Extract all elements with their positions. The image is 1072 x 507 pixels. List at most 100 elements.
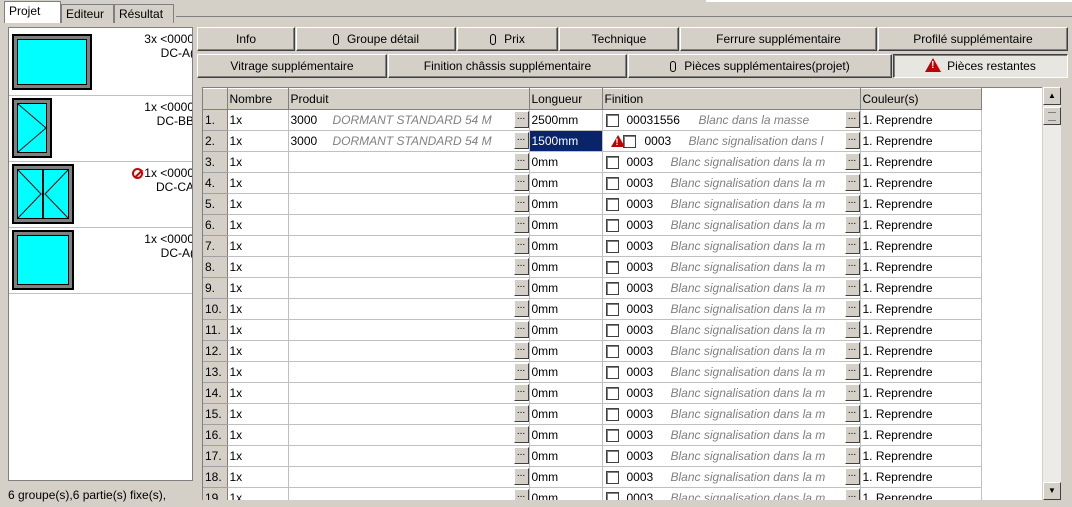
longueur-cell[interactable]: 0mm: [529, 193, 603, 215]
finition-checkbox[interactable]: [605, 156, 619, 169]
finition-lookup-button[interactable]: ...: [844, 300, 859, 317]
table-row[interactable]: 17. 1x... 0mm 0003 Blanc signalisation dans …: [203, 445, 982, 467]
finition-lookup-button[interactable]: ...: [844, 111, 859, 128]
finition-checkbox[interactable]: [605, 408, 619, 421]
finition-lookup-button[interactable]: ...: [844, 468, 859, 485]
nombre-cell[interactable]: 1x: [227, 382, 289, 404]
finition-lookup-button[interactable]: ...: [844, 237, 859, 254]
finition-lookup-button[interactable]: ...: [844, 363, 859, 380]
nombre-cell[interactable]: 1x: [227, 151, 289, 173]
nombre-cell[interactable]: 1x: [227, 235, 289, 257]
couleur-cell[interactable]: 1. Reprendre: [860, 151, 982, 173]
finition-checkbox[interactable]: [605, 492, 619, 500]
couleur-cell[interactable]: 1. Reprendre: [860, 466, 982, 488]
finition-cell[interactable]: 0003 Blanc signalisation dans la m...: [602, 424, 861, 446]
finition-lookup-button[interactable]: ...: [844, 216, 859, 233]
table-row[interactable]: 12. 1x... 0mm 0003 Blanc signalisation dans …: [203, 340, 982, 362]
produit-cell[interactable]: 3000 DORMANT STANDARD 54 M...: [288, 130, 530, 152]
produit-lookup-button[interactable]: ...: [513, 216, 528, 233]
couleur-cell[interactable]: 1. Reprendre: [860, 109, 982, 131]
finition-cell[interactable]: 0003 Blanc signalisation dans la m...: [602, 382, 861, 404]
longueur-cell[interactable]: 0mm: [529, 445, 603, 467]
finition-cell[interactable]: 0003 Blanc signalisation dans la m...: [602, 319, 861, 341]
nombre-cell[interactable]: 1x: [227, 256, 289, 278]
nombre-cell[interactable]: 1x: [227, 298, 289, 320]
longueur-cell[interactable]: 0mm: [529, 361, 603, 383]
finition-cell[interactable]: 0003 Blanc signalisation dans la m...: [602, 193, 861, 215]
produit-cell[interactable]: ...: [288, 382, 530, 404]
longueur-cell[interactable]: 0mm: [529, 277, 603, 299]
finition-lookup-button[interactable]: ...: [844, 279, 859, 296]
table-row[interactable]: 11. 1x... 0mm 0003 Blanc signalisation dans …: [203, 319, 982, 341]
nombre-cell[interactable]: 1x: [227, 466, 289, 488]
nombre-cell[interactable]: 1x: [227, 445, 289, 467]
table-row[interactable]: 1. 1x 3000 DORMANT STANDARD 54 M... 2500mm 00…: [203, 109, 982, 131]
produit-cell[interactable]: ...: [288, 193, 530, 215]
finition-checkbox[interactable]: [605, 219, 619, 232]
couleur-cell[interactable]: 1. Reprendre: [860, 193, 982, 215]
produit-lookup-button[interactable]: ...: [513, 489, 528, 500]
couleur-cell[interactable]: 1. Reprendre: [860, 214, 982, 236]
finition-checkbox[interactable]: [605, 471, 619, 484]
produit-cell[interactable]: ...: [288, 424, 530, 446]
produit-lookup-button[interactable]: ...: [513, 468, 528, 485]
produit-lookup-button[interactable]: ...: [513, 174, 528, 191]
produit-cell[interactable]: ...: [288, 340, 530, 362]
produit-cell[interactable]: ...: [288, 319, 530, 341]
column-header-nombre[interactable]: Nombre: [227, 88, 289, 110]
groupe-detail-button[interactable]: Groupe détail: [296, 27, 456, 51]
produit-cell[interactable]: ...: [288, 151, 530, 173]
finition-checkbox[interactable]: [605, 198, 619, 211]
couleur-cell[interactable]: 1. Reprendre: [860, 424, 982, 446]
couleur-cell[interactable]: 1. Reprendre: [860, 445, 982, 467]
project-item[interactable]: 1x <0000 DC-A(: [9, 228, 192, 294]
couleur-cell[interactable]: 1. Reprendre: [860, 403, 982, 425]
info-button[interactable]: Info: [197, 27, 295, 51]
finition-checkbox[interactable]: [605, 324, 619, 337]
profile-supplementaire-button[interactable]: Profilé supplémentaire: [878, 27, 1068, 51]
couleur-cell[interactable]: 1. Reprendre: [860, 319, 982, 341]
produit-lookup-button[interactable]: ...: [513, 258, 528, 275]
finition-lookup-button[interactable]: ...: [844, 258, 859, 275]
finition-checkbox[interactable]: [605, 387, 619, 400]
longueur-cell[interactable]: 0mm: [529, 256, 603, 278]
column-header-finition[interactable]: Finition: [602, 88, 861, 110]
table-row[interactable]: 10. 1x... 0mm 0003 Blanc signalisation dans …: [203, 298, 982, 320]
produit-cell[interactable]: ...: [288, 403, 530, 425]
finition-cell[interactable]: 0003 Blanc signalisation dans la m...: [602, 277, 861, 299]
couleur-cell[interactable]: 1. Reprendre: [860, 340, 982, 362]
finition-checkbox[interactable]: [605, 303, 619, 316]
produit-cell[interactable]: ...: [288, 361, 530, 383]
longueur-cell[interactable]: 0mm: [529, 487, 603, 500]
finition-checkbox[interactable]: [605, 429, 619, 442]
produit-lookup-button[interactable]: ...: [513, 342, 528, 359]
produit-lookup-button[interactable]: ...: [513, 153, 528, 170]
nombre-cell[interactable]: 1x: [227, 214, 289, 236]
finition-checkbox[interactable]: [605, 345, 619, 358]
finition-lookup-button[interactable]: ...: [844, 195, 859, 212]
finition-checkbox[interactable]: [605, 450, 619, 463]
finition-checkbox[interactable]: [622, 135, 636, 148]
produit-cell[interactable]: ...: [288, 445, 530, 467]
longueur-cell[interactable]: 2500mm: [529, 109, 603, 131]
table-row[interactable]: 7. 1x... 0mm 0003 Blanc signalisation dans l…: [203, 235, 982, 257]
technique-button[interactable]: Technique: [559, 27, 679, 51]
table-row[interactable]: 14. 1x... 0mm 0003 Blanc signalisation dans …: [203, 382, 982, 404]
produit-cell[interactable]: ...: [288, 277, 530, 299]
longueur-cell[interactable]: 0mm: [529, 424, 603, 446]
longueur-cell[interactable]: 0mm: [529, 214, 603, 236]
scroll-up-arrow-icon[interactable]: ▲: [1043, 87, 1061, 105]
produit-cell[interactable]: ...: [288, 466, 530, 488]
longueur-cell[interactable]: 0mm: [529, 382, 603, 404]
table-row[interactable]: 3. 1x... 0mm 0003 Blanc signalisation dans l…: [203, 151, 982, 173]
tab-projet[interactable]: Projet: [4, 1, 61, 23]
finition-cell[interactable]: 0003 Blanc signalisation dans la m...: [602, 172, 861, 194]
produit-lookup-button[interactable]: ...: [513, 447, 528, 464]
project-item[interactable]: 1x <0000 DC-CA: [9, 162, 192, 228]
finition-chassis-supplementaire-button[interactable]: Finition châssis supplémentaire: [388, 54, 627, 78]
produit-lookup-button[interactable]: ...: [513, 111, 528, 128]
table-row[interactable]: 19. 1x... 0mm 0003 Blanc signalisation dans …: [203, 487, 982, 500]
finition-cell[interactable]: 0003 Blanc signalisation dans la m...: [602, 361, 861, 383]
produit-lookup-button[interactable]: ...: [513, 384, 528, 401]
nombre-cell[interactable]: 1x: [227, 340, 289, 362]
